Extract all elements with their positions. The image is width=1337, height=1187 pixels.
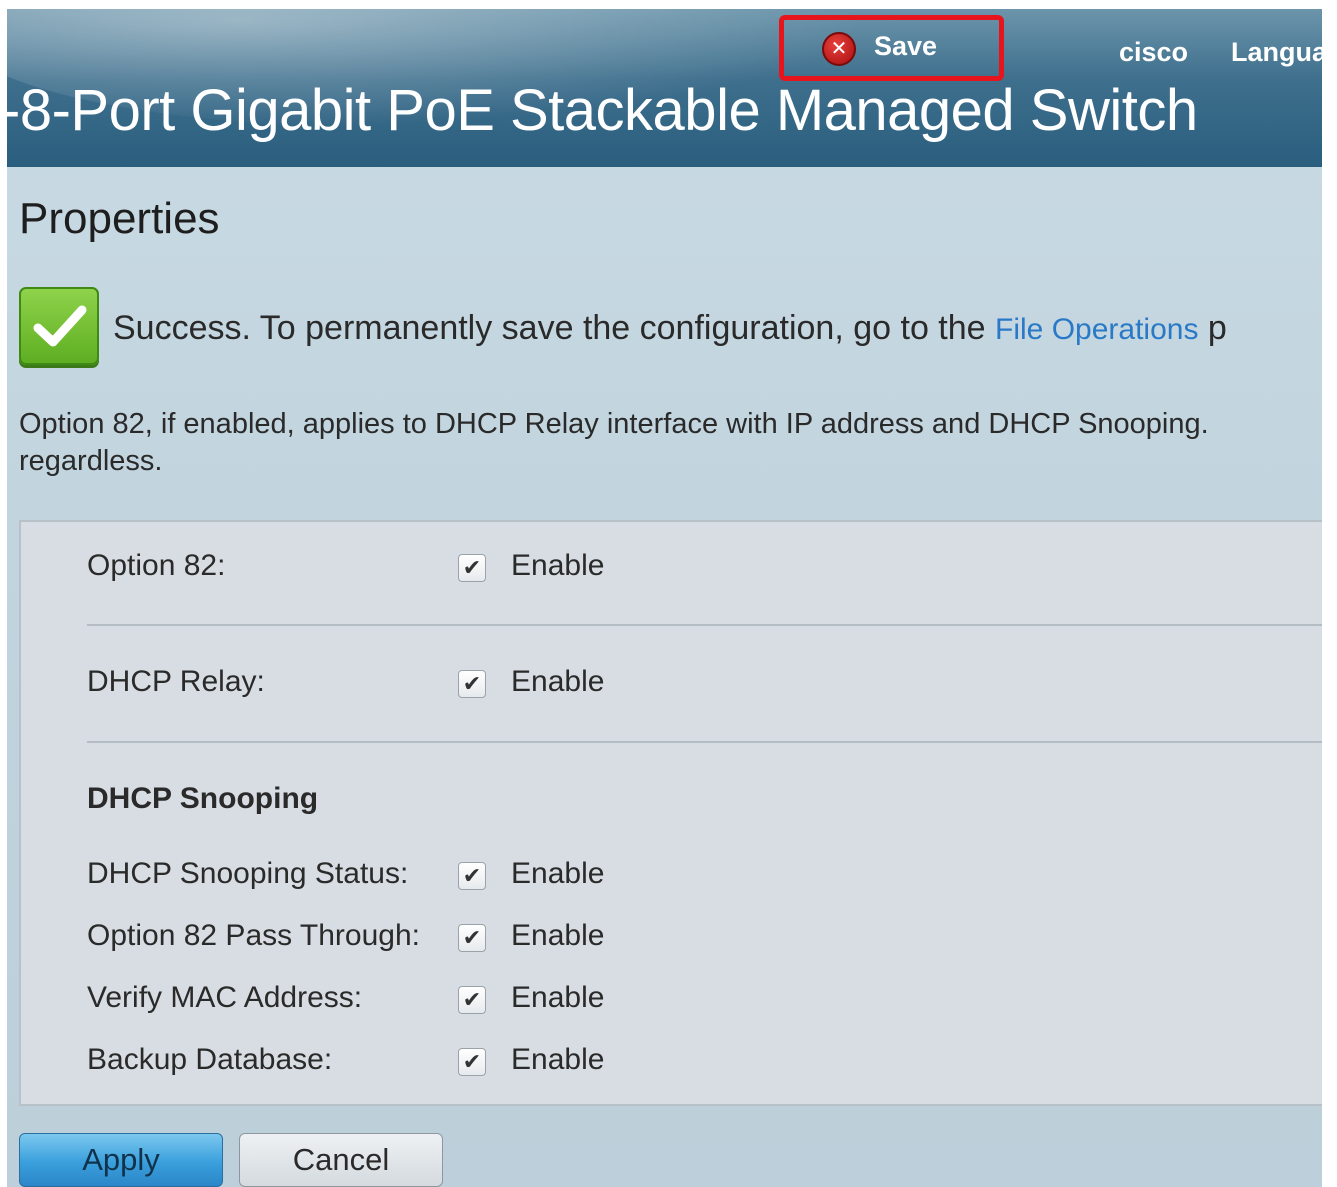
- snooping-status-label: DHCP Snooping Status:: [87, 857, 409, 890]
- properties-panel: Option 82: ✔ Enable DHCP Relay: ✔ Enable…: [19, 520, 1322, 1106]
- option82-label: Option 82:: [87, 549, 226, 582]
- success-text: Success. To permanently save the configu…: [113, 309, 996, 347]
- backup-db-enable-label: Enable: [511, 1043, 605, 1076]
- save-label: Save: [874, 30, 938, 61]
- save-button[interactable]: ✕ Save: [822, 29, 937, 69]
- dhcp-snooping-heading: DHCP Snooping: [87, 782, 319, 815]
- dhcp-relay-label: DHCP Relay:: [87, 665, 265, 698]
- divider: [87, 741, 1322, 743]
- close-circle-icon: ✕: [822, 32, 856, 66]
- note-line-2: regardless.: [19, 445, 163, 477]
- success-message: Success. To permanently save the configu…: [113, 309, 1227, 348]
- apply-button[interactable]: Apply: [19, 1133, 223, 1187]
- cancel-button[interactable]: Cancel: [239, 1133, 443, 1187]
- pass-through-checkbox[interactable]: ✔: [458, 924, 486, 952]
- header-bar: ✕ Save cisco Langua -8-Port Gigabit PoE …: [7, 9, 1322, 167]
- snooping-status-enable-label: Enable: [511, 857, 605, 890]
- pass-through-label: Option 82 Pass Through:: [87, 919, 420, 952]
- app-frame: ✕ Save cisco Langua -8-Port Gigabit PoE …: [7, 9, 1322, 1187]
- backup-db-label: Backup Database:: [87, 1043, 333, 1076]
- pass-through-enable-label: Enable: [511, 919, 605, 952]
- backup-db-checkbox[interactable]: ✔: [458, 1048, 486, 1076]
- checkmark-icon: [19, 287, 99, 365]
- snooping-status-checkbox[interactable]: ✔: [458, 862, 486, 890]
- verify-mac-checkbox[interactable]: ✔: [458, 986, 486, 1014]
- option82-enable-label: Enable: [511, 549, 605, 582]
- dhcp-relay-enable-label: Enable: [511, 665, 605, 698]
- page-title: Properties: [19, 194, 220, 243]
- dhcp-relay-checkbox[interactable]: ✔: [458, 670, 486, 698]
- verify-mac-enable-label: Enable: [511, 981, 605, 1014]
- brand-logo: cisco: [1119, 37, 1189, 67]
- file-operations-link[interactable]: File Operations: [995, 313, 1198, 346]
- success-text-tail: p: [1198, 309, 1227, 347]
- verify-mac-label: Verify MAC Address:: [87, 981, 363, 1014]
- language-menu[interactable]: Langua: [1231, 37, 1322, 68]
- note-line-1: Option 82, if enabled, applies to DHCP R…: [19, 408, 1209, 440]
- divider: [87, 624, 1322, 626]
- option82-checkbox[interactable]: ✔: [458, 554, 486, 582]
- option82-note: Option 82, if enabled, applies to DHCP R…: [19, 406, 1322, 480]
- device-title: -8-Port Gigabit PoE Stackable Managed Sw…: [7, 78, 1198, 143]
